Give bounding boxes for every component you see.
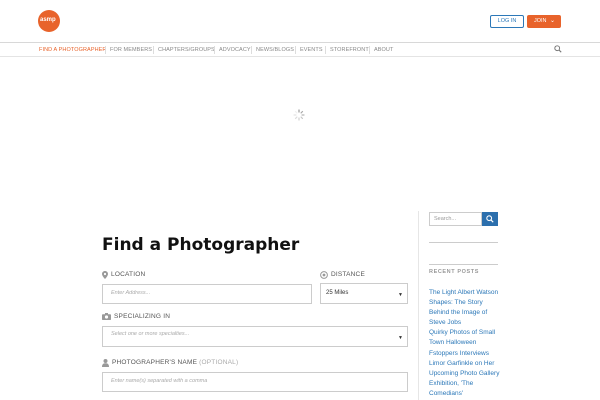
recent-post-link[interactable]: Fstoppers Interviews Limor Garfinkle on … [429, 349, 501, 399]
nav-divider [251, 46, 252, 54]
sidebar-search-button[interactable] [482, 212, 498, 226]
search-icon[interactable] [554, 45, 562, 53]
nav-divider [369, 46, 370, 54]
distance-value: 25 Miles [326, 290, 349, 296]
loading-spinner-icon [293, 109, 305, 121]
nav-storefront[interactable]: STOREFRONT [330, 47, 369, 53]
join-label: JOIN [534, 18, 547, 24]
nav-divider [295, 46, 296, 54]
search-icon [486, 215, 494, 223]
top-header: asmp LOG IN JOIN ⌄ [0, 0, 600, 42]
join-button[interactable]: JOIN ⌄ [527, 15, 561, 28]
distance-label: DISTANCE [331, 271, 365, 278]
map-pin-icon [102, 271, 108, 279]
recent-post-link[interactable]: Quirky Photos of Small Town Halloween [429, 328, 501, 348]
page-title: Find a Photographer [102, 235, 300, 255]
photographer-name-input[interactable]: Enter name(s) separated with a comma [102, 372, 408, 392]
specialties-select[interactable]: Select one or more specialties... ▼ [102, 326, 408, 347]
optional-tag: (OPTIONAL) [199, 359, 239, 366]
photographer-name-label: PHOTOGRAPHER'S NAME (OPTIONAL) [112, 359, 238, 366]
nav-events[interactable]: EVENTS [300, 47, 323, 53]
chevron-down-icon: ▼ [398, 335, 403, 341]
nav-for-members[interactable]: FOR MEMBERS [110, 47, 152, 53]
nav-divider [214, 46, 215, 54]
login-button[interactable]: LOG IN [490, 15, 524, 28]
sidebar-divider-line [429, 264, 498, 265]
sidebar-search-input[interactable]: Search... [429, 212, 482, 226]
main-nav: FIND A PHOTOGRAPHER FOR MEMBERS CHAPTERS… [0, 42, 600, 57]
compass-icon [320, 271, 328, 279]
nav-divider [105, 46, 106, 54]
recent-posts-heading: RECENT POSTS [429, 269, 479, 275]
nav-news-blogs[interactable]: NEWS/BLOGS [256, 47, 294, 53]
chevron-down-icon: ▼ [398, 292, 403, 298]
asmp-logo[interactable]: asmp [38, 10, 60, 32]
nav-chapters-groups[interactable]: CHAPTERS/GROUPS [158, 47, 215, 53]
sidebar-divider-line [429, 242, 498, 243]
nav-divider [325, 46, 326, 54]
recent-post-link[interactable]: The Light Albert Watson Shapes: The Stor… [429, 288, 501, 328]
camera-icon [102, 313, 111, 320]
location-input[interactable]: Enter Address... [102, 284, 312, 304]
sidebar-divider [418, 211, 419, 400]
logo-text: asmp [40, 17, 56, 23]
chevron-down-icon: ⌄ [550, 18, 556, 24]
distance-select[interactable]: 25 Miles ▼ [320, 283, 408, 304]
nav-about[interactable]: ABOUT [374, 47, 393, 53]
specialties-placeholder: Select one or more specialties... [111, 331, 190, 337]
person-icon [102, 359, 109, 367]
location-label: LOCATION [111, 271, 146, 278]
nav-divider [153, 46, 154, 54]
nav-advocacy[interactable]: ADVOCACY [219, 47, 251, 53]
nav-find-a-photographer[interactable]: FIND A PHOTOGRAPHER [39, 47, 107, 53]
specializing-label: SPECIALIZING IN [114, 313, 171, 320]
photographer-name-label-text: PHOTOGRAPHER'S NAME [112, 359, 198, 366]
